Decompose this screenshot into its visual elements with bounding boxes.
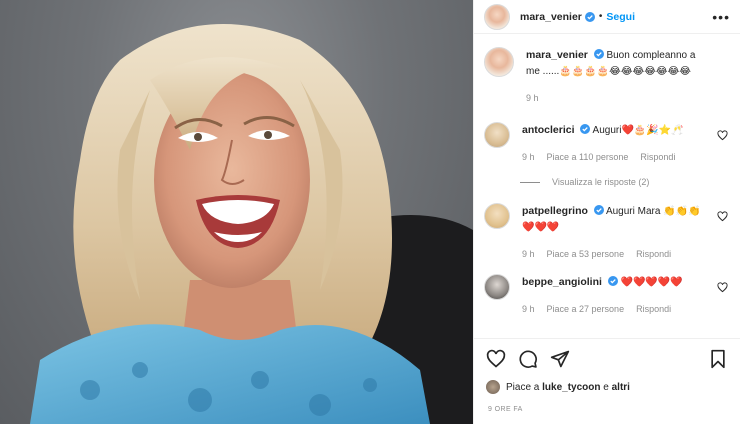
caption-time[interactable]: 9 h (526, 90, 539, 106)
likes-prefix: Piace a (506, 381, 540, 393)
share-icon[interactable] (550, 349, 570, 369)
likes-conjunction: e (603, 381, 609, 393)
follow-button[interactable]: Segui (606, 11, 635, 23)
comment-likes[interactable]: Piace a 27 persone (547, 301, 625, 317)
view-replies-label: Visualizza le risposte (2) (552, 177, 650, 187)
like-comment-heart-icon[interactable] (717, 211, 728, 222)
comment-time[interactable]: 9 h (522, 149, 535, 165)
post-side-panel: mara_venier • Segui ••• mara_venier Buon… (473, 0, 740, 424)
author-username[interactable]: mara_venier (520, 11, 582, 23)
comment-text: Auguri❤️🎂🎉⭐🥂 (592, 125, 684, 136)
comment-icon[interactable] (518, 349, 538, 369)
author-avatar[interactable] (484, 3, 510, 30)
comment-time[interactable]: 9 h (522, 246, 535, 262)
comment-likes[interactable]: Piace a 110 persone (547, 149, 629, 165)
liker-avatar[interactable] (486, 380, 500, 394)
action-bar (474, 338, 740, 378)
comment-username[interactable]: antoclerici (522, 124, 575, 136)
caption-row: mara_venier Buon compleanno a me ......🎂… (484, 47, 730, 106)
verified-badge-icon (580, 124, 591, 134)
view-replies-button[interactable]: Visualizza le risposte (2) (520, 177, 730, 187)
caption-avatar[interactable] (484, 47, 514, 77)
separator-dot: • (598, 11, 603, 22)
portrait-image (30, 24, 473, 424)
comment-meta: 9 h Piace a 53 persone Rispondi (522, 246, 706, 262)
replies-line (520, 181, 540, 183)
comment-body: antoclerici Auguri❤️🎂🎉⭐🥂 9 h Piace a 110… (522, 122, 730, 165)
verified-badge-icon (593, 49, 604, 59)
post-header: mara_venier • Segui ••• (474, 0, 740, 34)
heart-icon[interactable] (486, 349, 506, 369)
post-timestamp[interactable]: 9 ORE FA (488, 406, 523, 413)
instagram-post: mara_venier • Segui ••• mara_venier Buon… (0, 0, 740, 424)
comment-username[interactable]: patpellegrino (522, 205, 588, 217)
comment-time[interactable]: 9 h (522, 301, 535, 317)
comment-row: beppe_angiolini ❤️❤️❤️❤️❤️ 9 h Piace a 2… (484, 274, 730, 317)
reply-button[interactable]: Rispondi (636, 301, 671, 317)
liker-username[interactable]: luke_tycoon (542, 382, 600, 393)
comment-meta: 9 h Piace a 27 persone Rispondi (522, 301, 706, 317)
caption-body: mara_venier Buon compleanno a me ......🎂… (526, 47, 730, 106)
comment-body: beppe_angiolini ❤️❤️❤️❤️❤️ 9 h Piace a 2… (522, 274, 730, 317)
likes-others-link[interactable]: altri (612, 382, 630, 393)
reply-button[interactable]: Rispondi (640, 149, 675, 165)
comment-row: antoclerici Auguri❤️🎂🎉⭐🥂 9 h Piace a 110… (484, 122, 730, 165)
post-photo[interactable] (0, 0, 473, 424)
comment-meta: 9 h Piace a 110 persone Rispondi (522, 149, 706, 165)
verified-badge-icon (593, 205, 604, 215)
like-comment-heart-icon[interactable] (717, 282, 728, 293)
comment-avatar[interactable] (484, 203, 510, 229)
like-comment-heart-icon[interactable] (717, 130, 728, 141)
likes-summary: Piace a luke_tycoon e altri (486, 380, 630, 394)
comment-text: ❤️❤️❤️❤️❤️ (620, 277, 683, 288)
comment-avatar[interactable] (484, 122, 510, 148)
comment-username[interactable]: beppe_angiolini (522, 276, 602, 288)
bookmark-icon[interactable] (708, 349, 728, 369)
more-options-icon[interactable]: ••• (712, 9, 730, 25)
comment-avatar[interactable] (484, 274, 510, 300)
caption-username[interactable]: mara_venier (526, 49, 588, 61)
comment-body: patpellegrino Auguri Mara 👏👏👏❤️❤️❤️ 9 h … (522, 203, 730, 262)
comment-likes[interactable]: Piace a 53 persone (547, 246, 625, 262)
comments-list: mara_venier Buon compleanno a me ......🎂… (474, 35, 740, 338)
caption-meta: 9 h (526, 90, 706, 106)
reply-button[interactable]: Rispondi (636, 246, 671, 262)
verified-badge-icon (584, 11, 595, 22)
verified-badge-icon (607, 276, 618, 286)
comment-row: patpellegrino Auguri Mara 👏👏👏❤️❤️❤️ 9 h … (484, 203, 730, 262)
